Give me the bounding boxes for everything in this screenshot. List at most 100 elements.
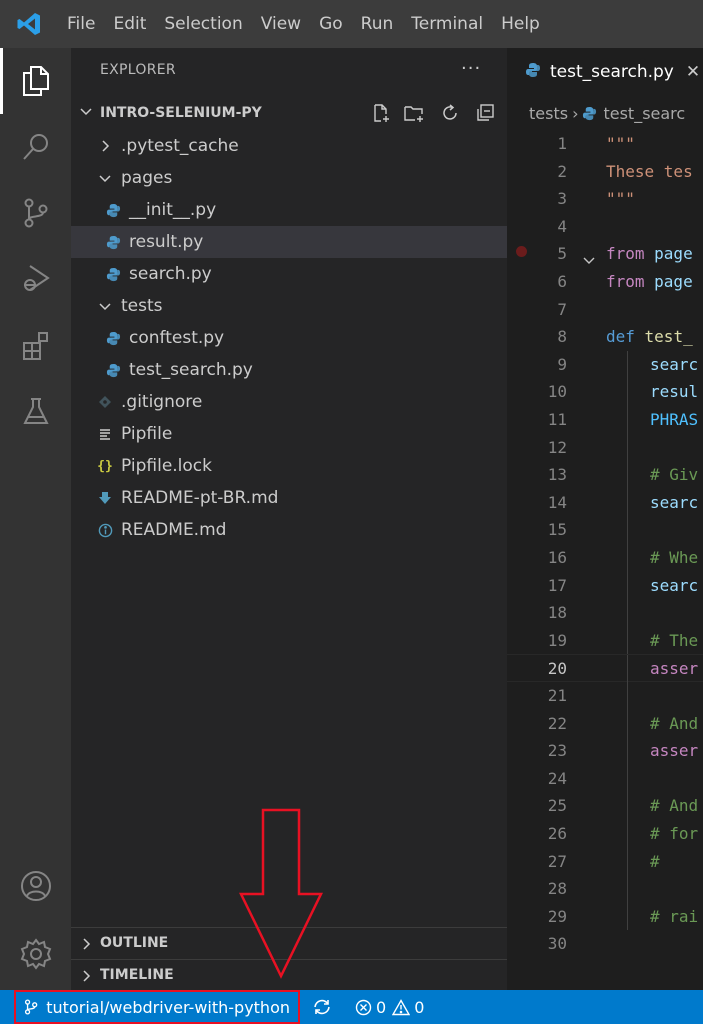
code-token: test_ — [634, 327, 693, 347]
git-branch-status[interactable]: tutorial/webdriver-with-python — [14, 990, 300, 1024]
menu-help[interactable]: Help — [492, 0, 549, 48]
code-line[interactable]: 6 from page — [507, 268, 703, 296]
explorer-title: EXPLORER — [100, 62, 176, 78]
code-line[interactable]: 2 These tes — [507, 158, 703, 186]
new-file-icon[interactable] — [370, 102, 392, 124]
menu-go[interactable]: Go — [310, 0, 352, 48]
line-number: 3 — [557, 189, 567, 209]
menu-file[interactable]: File — [58, 0, 104, 48]
menu-edit[interactable]: Edit — [104, 0, 155, 48]
line-number: 30 — [547, 934, 567, 954]
code-line[interactable]: 15 — [507, 516, 703, 544]
indent-guide — [627, 406, 628, 434]
code-line[interactable]: 20 asser — [507, 654, 703, 683]
code-line[interactable]: 5 from page — [507, 240, 703, 268]
line-number: 1 — [557, 134, 567, 153]
settings-gear-icon[interactable] — [0, 921, 71, 987]
indent-guide — [627, 792, 628, 820]
more-actions-icon[interactable]: ··· — [461, 58, 481, 79]
code-text: from page — [606, 240, 693, 268]
code-line[interactable]: 14 searc — [507, 488, 703, 517]
code-keyword: from — [606, 272, 645, 291]
code-line[interactable]: 11 PHRAS — [507, 406, 703, 434]
tree-item[interactable]: README-pt-BR.md — [71, 482, 507, 514]
tree-item[interactable]: tests — [71, 290, 507, 322]
code-line[interactable]: 16 # Whe — [507, 544, 703, 572]
tree-item[interactable]: {} Pipfile.lock — [71, 450, 507, 482]
info-file-icon — [97, 522, 113, 538]
code-line[interactable]: 23 asser — [507, 737, 703, 765]
python-file-icon — [105, 266, 121, 282]
menu-view[interactable]: View — [252, 0, 310, 48]
source-control-icon[interactable] — [0, 180, 71, 246]
line-number: 25 — [547, 796, 567, 816]
collapse-all-icon[interactable] — [474, 102, 496, 124]
menu-run[interactable]: Run — [352, 0, 403, 48]
line-number: 20 — [547, 659, 567, 679]
refresh-icon[interactable] — [439, 102, 461, 124]
close-tab-icon[interactable]: ✕ — [686, 62, 700, 82]
tree-item[interactable]: conftest.py — [71, 322, 507, 354]
tree-item[interactable]: result.py — [71, 226, 507, 258]
tree-item[interactable]: README.md — [71, 514, 507, 546]
code-line[interactable]: 1 """ — [507, 130, 703, 158]
code-line[interactable]: 29 # rai — [507, 902, 703, 931]
tab-test-search-py[interactable]: test_search.py ✕ — [507, 48, 703, 96]
line-number: 21 — [547, 686, 567, 705]
problems-status[interactable]: 0 0 — [355, 990, 430, 1024]
testing-flask-icon[interactable] — [0, 378, 71, 444]
code-line[interactable]: 10 resul — [507, 378, 703, 406]
code-line[interactable]: 7 — [507, 296, 703, 324]
tree-item[interactable]: test_search.py — [71, 354, 507, 386]
workspace-root-header[interactable]: INTRO-SELENIUM-PY — [71, 98, 507, 128]
line-number: 5 — [557, 244, 567, 264]
code-line[interactable]: 21 — [507, 682, 703, 710]
code-line[interactable]: 27 # — [507, 847, 703, 876]
line-number: 22 — [547, 713, 567, 733]
code-line[interactable]: 13 # Giv — [507, 461, 703, 489]
new-folder-icon[interactable] — [403, 102, 425, 124]
code-line[interactable]: 24 — [507, 764, 703, 793]
indent-guide — [627, 571, 628, 600]
chevron-right-icon — [83, 970, 91, 982]
line-number: 9 — [557, 354, 567, 374]
code-line[interactable]: 4 — [507, 213, 703, 241]
warning-icon — [392, 998, 411, 1015]
explorer-icon[interactable] — [0, 48, 71, 114]
code-line[interactable]: 26 # for — [507, 820, 703, 848]
code-line[interactable]: 19 # The — [507, 626, 703, 655]
python-file-icon — [105, 234, 121, 250]
tree-item[interactable]: __init__.py — [71, 194, 507, 226]
editor-area[interactable]: test_search.py ✕ tests › test_searc 1 """… — [507, 48, 703, 990]
menu-selection[interactable]: Selection — [155, 0, 251, 48]
search-icon[interactable] — [0, 114, 71, 180]
sync-icon[interactable] — [312, 998, 332, 1016]
error-count: 0 — [376, 997, 387, 1017]
code-line[interactable]: 3 """ — [507, 185, 703, 213]
tree-item[interactable]: pages — [71, 162, 507, 194]
code-line[interactable]: 30 — [507, 930, 703, 958]
accounts-icon[interactable] — [0, 853, 71, 919]
activity-bar — [0, 48, 71, 990]
breadcrumb-folder[interactable]: tests — [529, 104, 568, 123]
code-line[interactable]: 22 # And — [507, 709, 703, 738]
extensions-icon[interactable] — [0, 312, 71, 378]
code-line[interactable]: 9 searc — [507, 350, 703, 379]
code-text: searc — [650, 492, 699, 512]
code-line[interactable]: 17 searc — [507, 571, 703, 600]
code-text: searc — [650, 575, 699, 595]
code-line[interactable]: 25 # And — [507, 792, 703, 820]
tree-item[interactable]: .gitignore — [71, 386, 507, 418]
code-line[interactable]: 28 — [507, 875, 703, 903]
code-line[interactable]: 18 — [507, 599, 703, 627]
tree-item[interactable]: .pytest_cache — [71, 130, 507, 162]
tree-item[interactable]: Pipfile — [71, 418, 507, 450]
run-debug-icon[interactable] — [0, 246, 71, 312]
indent-guide — [627, 764, 628, 793]
tree-item[interactable]: search.py — [71, 258, 507, 290]
code-line[interactable]: 8 def test_ — [507, 323, 703, 351]
breadcrumb-file[interactable]: test_searc — [603, 104, 685, 123]
menu-terminal[interactable]: Terminal — [402, 0, 492, 48]
line-number: 14 — [547, 492, 567, 512]
code-line[interactable]: 12 — [507, 433, 703, 462]
